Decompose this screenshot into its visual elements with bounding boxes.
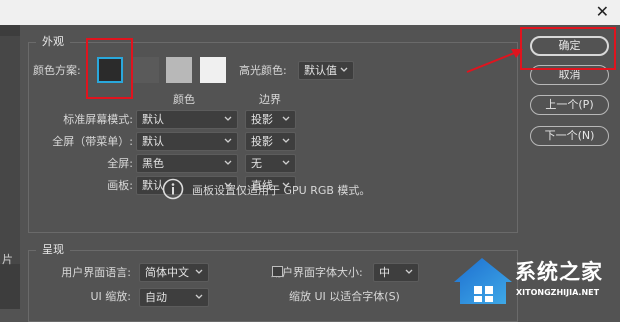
chevron-down-icon bbox=[224, 116, 232, 121]
color-scheme-swatch-lightest[interactable] bbox=[200, 57, 226, 83]
ui-language-label: 用户界面语言: bbox=[61, 266, 131, 279]
chevron-down-icon bbox=[195, 269, 203, 274]
color-scheme-swatch-light[interactable] bbox=[166, 57, 192, 83]
ui-font-size-label: 用户界面字体大小: bbox=[271, 266, 363, 279]
fullscreen-color-dropdown[interactable]: 黑色 bbox=[136, 154, 238, 173]
ui-scaling-dropdown[interactable]: 自动 bbox=[139, 288, 209, 307]
artboard-gpu-note: 画板设置仅适用于 GPU RGB 模式。 bbox=[192, 184, 371, 197]
preferences-category-list: 片 bbox=[0, 25, 20, 309]
watermark-text: 系统之家 bbox=[515, 260, 603, 284]
fullscreen-label: 全屏: bbox=[107, 157, 133, 170]
chevron-down-icon bbox=[282, 116, 290, 121]
highlight-color-label: 高光颜色: bbox=[239, 64, 287, 77]
dropdown-value: 默认 bbox=[142, 179, 164, 192]
color-column-header: 颜色 bbox=[173, 93, 195, 106]
highlight-color-dropdown[interactable]: 默认值 bbox=[298, 61, 354, 80]
fullscreen-menus-border-dropdown[interactable]: 投影 bbox=[245, 132, 296, 151]
ui-font-size-dropdown[interactable]: 中 bbox=[373, 263, 419, 282]
chevron-down-icon bbox=[340, 67, 348, 72]
dropdown-value: 无 bbox=[251, 157, 262, 170]
artboard-label: 画板: bbox=[107, 179, 133, 192]
close-icon[interactable]: ✕ bbox=[596, 3, 609, 21]
dropdown-value: 黑色 bbox=[142, 157, 164, 170]
dropdown-value: 投影 bbox=[251, 113, 273, 126]
dropdown-value: 投影 bbox=[251, 135, 273, 148]
chevron-down-icon bbox=[224, 138, 232, 143]
fullscreen-with-menus-label: 全屏（带菜单）: bbox=[52, 135, 133, 148]
dropdown-value: 自动 bbox=[145, 291, 167, 304]
dropdown-value: 默认 bbox=[142, 113, 164, 126]
annotation-arrow-icon bbox=[466, 49, 523, 73]
scale-ui-to-font-checkbox[interactable] bbox=[272, 266, 283, 277]
chevron-down-icon bbox=[282, 138, 290, 143]
standard-screen-color-dropdown[interactable]: 默认 bbox=[136, 110, 238, 129]
dropdown-value: 中 bbox=[379, 266, 390, 279]
category-partial-label: 片 bbox=[2, 253, 13, 266]
selected-category-highlight[interactable] bbox=[0, 36, 20, 264]
standard-screen-mode-label: 标准屏幕模式: bbox=[63, 113, 133, 126]
fullscreen-border-dropdown[interactable]: 无 bbox=[245, 154, 296, 173]
dropdown-value: 简体中文 bbox=[145, 266, 189, 279]
chevron-down-icon bbox=[405, 269, 413, 274]
fullscreen-menus-color-dropdown[interactable]: 默认 bbox=[136, 132, 238, 151]
chevron-down-icon bbox=[282, 160, 290, 165]
ui-scaling-label: UI 缩放: bbox=[90, 290, 132, 303]
border-column-header: 边界 bbox=[259, 93, 281, 106]
chevron-down-icon bbox=[195, 294, 203, 299]
appearance-section-title: 外观 bbox=[36, 35, 70, 48]
standard-screen-border-dropdown[interactable]: 投影 bbox=[245, 110, 296, 129]
previous-button[interactable]: 上一个(P) bbox=[530, 95, 609, 115]
ui-language-dropdown[interactable]: 简体中文 bbox=[139, 263, 209, 282]
presentation-section-title: 呈现 bbox=[36, 243, 70, 256]
dropdown-value: 默认 bbox=[142, 135, 164, 148]
next-button[interactable]: 下一个(N) bbox=[530, 126, 609, 146]
annotation-box-ok-button bbox=[520, 27, 616, 70]
watermark-url: XITONGZHIJIA.NET bbox=[516, 288, 600, 297]
info-icon bbox=[162, 178, 184, 200]
chevron-down-icon bbox=[224, 160, 232, 165]
color-scheme-swatch-dark[interactable] bbox=[133, 57, 159, 83]
annotation-box-color-scheme bbox=[86, 38, 133, 99]
highlight-color-value: 默认值 bbox=[304, 64, 337, 77]
window-titlebar: ✕ bbox=[0, 0, 620, 25]
color-scheme-label: 颜色方案: bbox=[33, 64, 81, 77]
scale-ui-to-font-label[interactable]: 缩放 UI 以适合字体(S) bbox=[289, 290, 400, 304]
